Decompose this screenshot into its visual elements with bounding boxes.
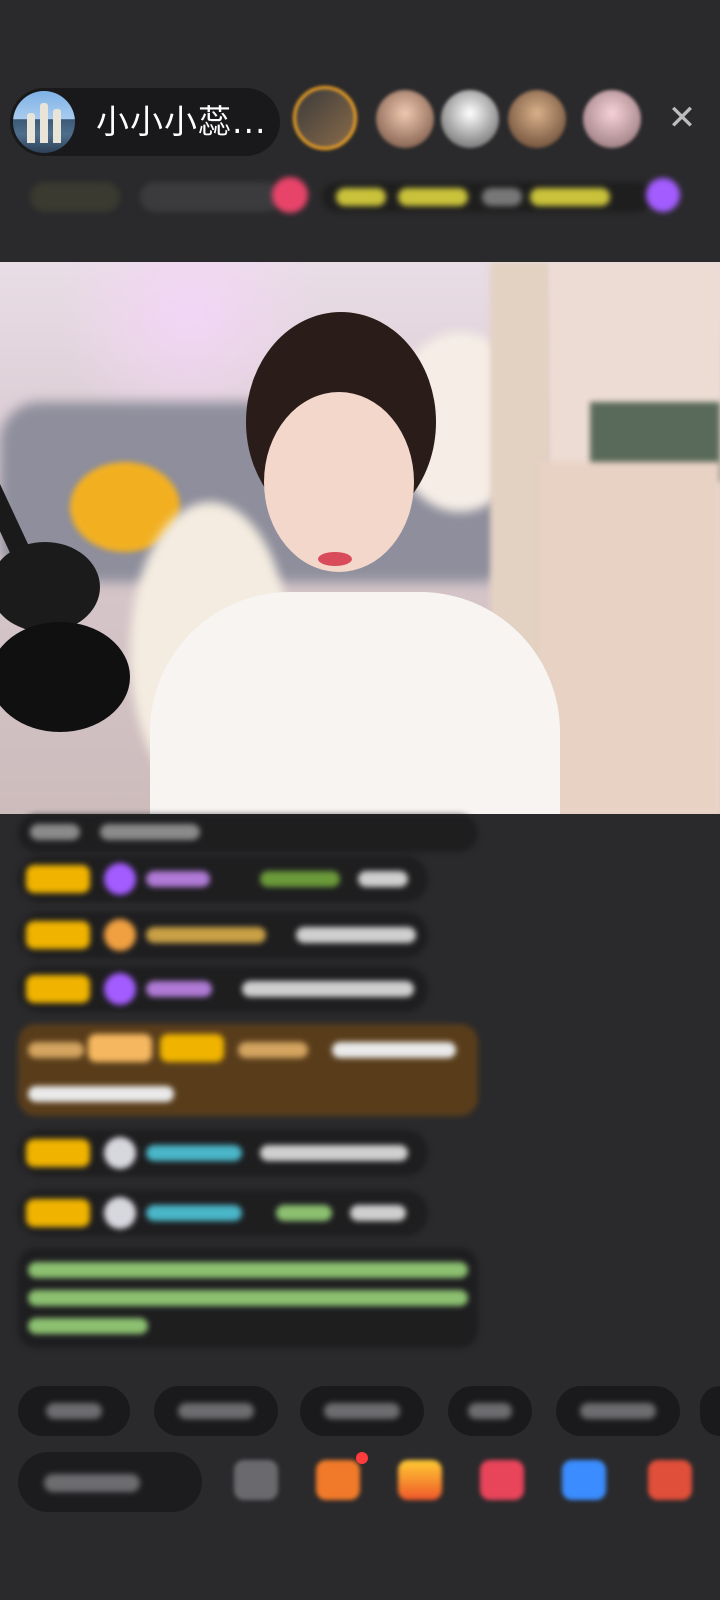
- host-info-pill[interactable]: 小小小蕊...: [10, 88, 280, 156]
- quick-reply-chip[interactable]: [18, 1386, 130, 1436]
- close-icon[interactable]: ✕: [662, 98, 702, 138]
- quick-reply-chip[interactable]: [700, 1386, 720, 1436]
- chat-message: [18, 1248, 478, 1348]
- emoji-icon[interactable]: [234, 1460, 278, 1500]
- notification-dot: [356, 1452, 368, 1464]
- chat-message: [18, 966, 428, 1012]
- viewer-avatar[interactable]: [583, 90, 641, 148]
- stream-info-row: [0, 172, 720, 222]
- host-name: 小小小蕊...: [96, 102, 267, 141]
- chat-message: [18, 1190, 428, 1236]
- gift-icon[interactable]: [398, 1460, 442, 1500]
- viewer-avatar[interactable]: [441, 90, 499, 148]
- chat-message: [18, 1130, 428, 1176]
- heart-gift-icon[interactable]: [480, 1460, 524, 1500]
- live-stream-screen: 小小小蕊... ✕: [0, 0, 720, 1600]
- quick-reply-chip[interactable]: [556, 1386, 680, 1436]
- chat-message: [18, 912, 428, 958]
- gift-box-icon[interactable]: [316, 1460, 360, 1500]
- chat-message: [18, 1024, 478, 1116]
- live-video[interactable]: [0, 262, 720, 814]
- viewer-avatar[interactable]: [508, 90, 566, 148]
- more-icon[interactable]: [648, 1460, 692, 1500]
- viewer-avatar[interactable]: [293, 86, 357, 150]
- bottom-action-bar: [0, 1452, 720, 1522]
- quick-reply-chip[interactable]: [300, 1386, 424, 1436]
- viewer-avatar[interactable]: [376, 90, 434, 148]
- top-bar: 小小小蕊... ✕: [0, 78, 720, 158]
- chat-message: [18, 814, 478, 852]
- chat-message: [18, 856, 428, 902]
- chat-input[interactable]: [18, 1452, 202, 1512]
- host-avatar[interactable]: [13, 91, 75, 153]
- quick-reply-row: [0, 1386, 720, 1438]
- quick-reply-chip[interactable]: [448, 1386, 532, 1436]
- chat-list: [0, 814, 720, 1354]
- quick-reply-chip[interactable]: [154, 1386, 278, 1436]
- ticket-icon[interactable]: [562, 1460, 606, 1500]
